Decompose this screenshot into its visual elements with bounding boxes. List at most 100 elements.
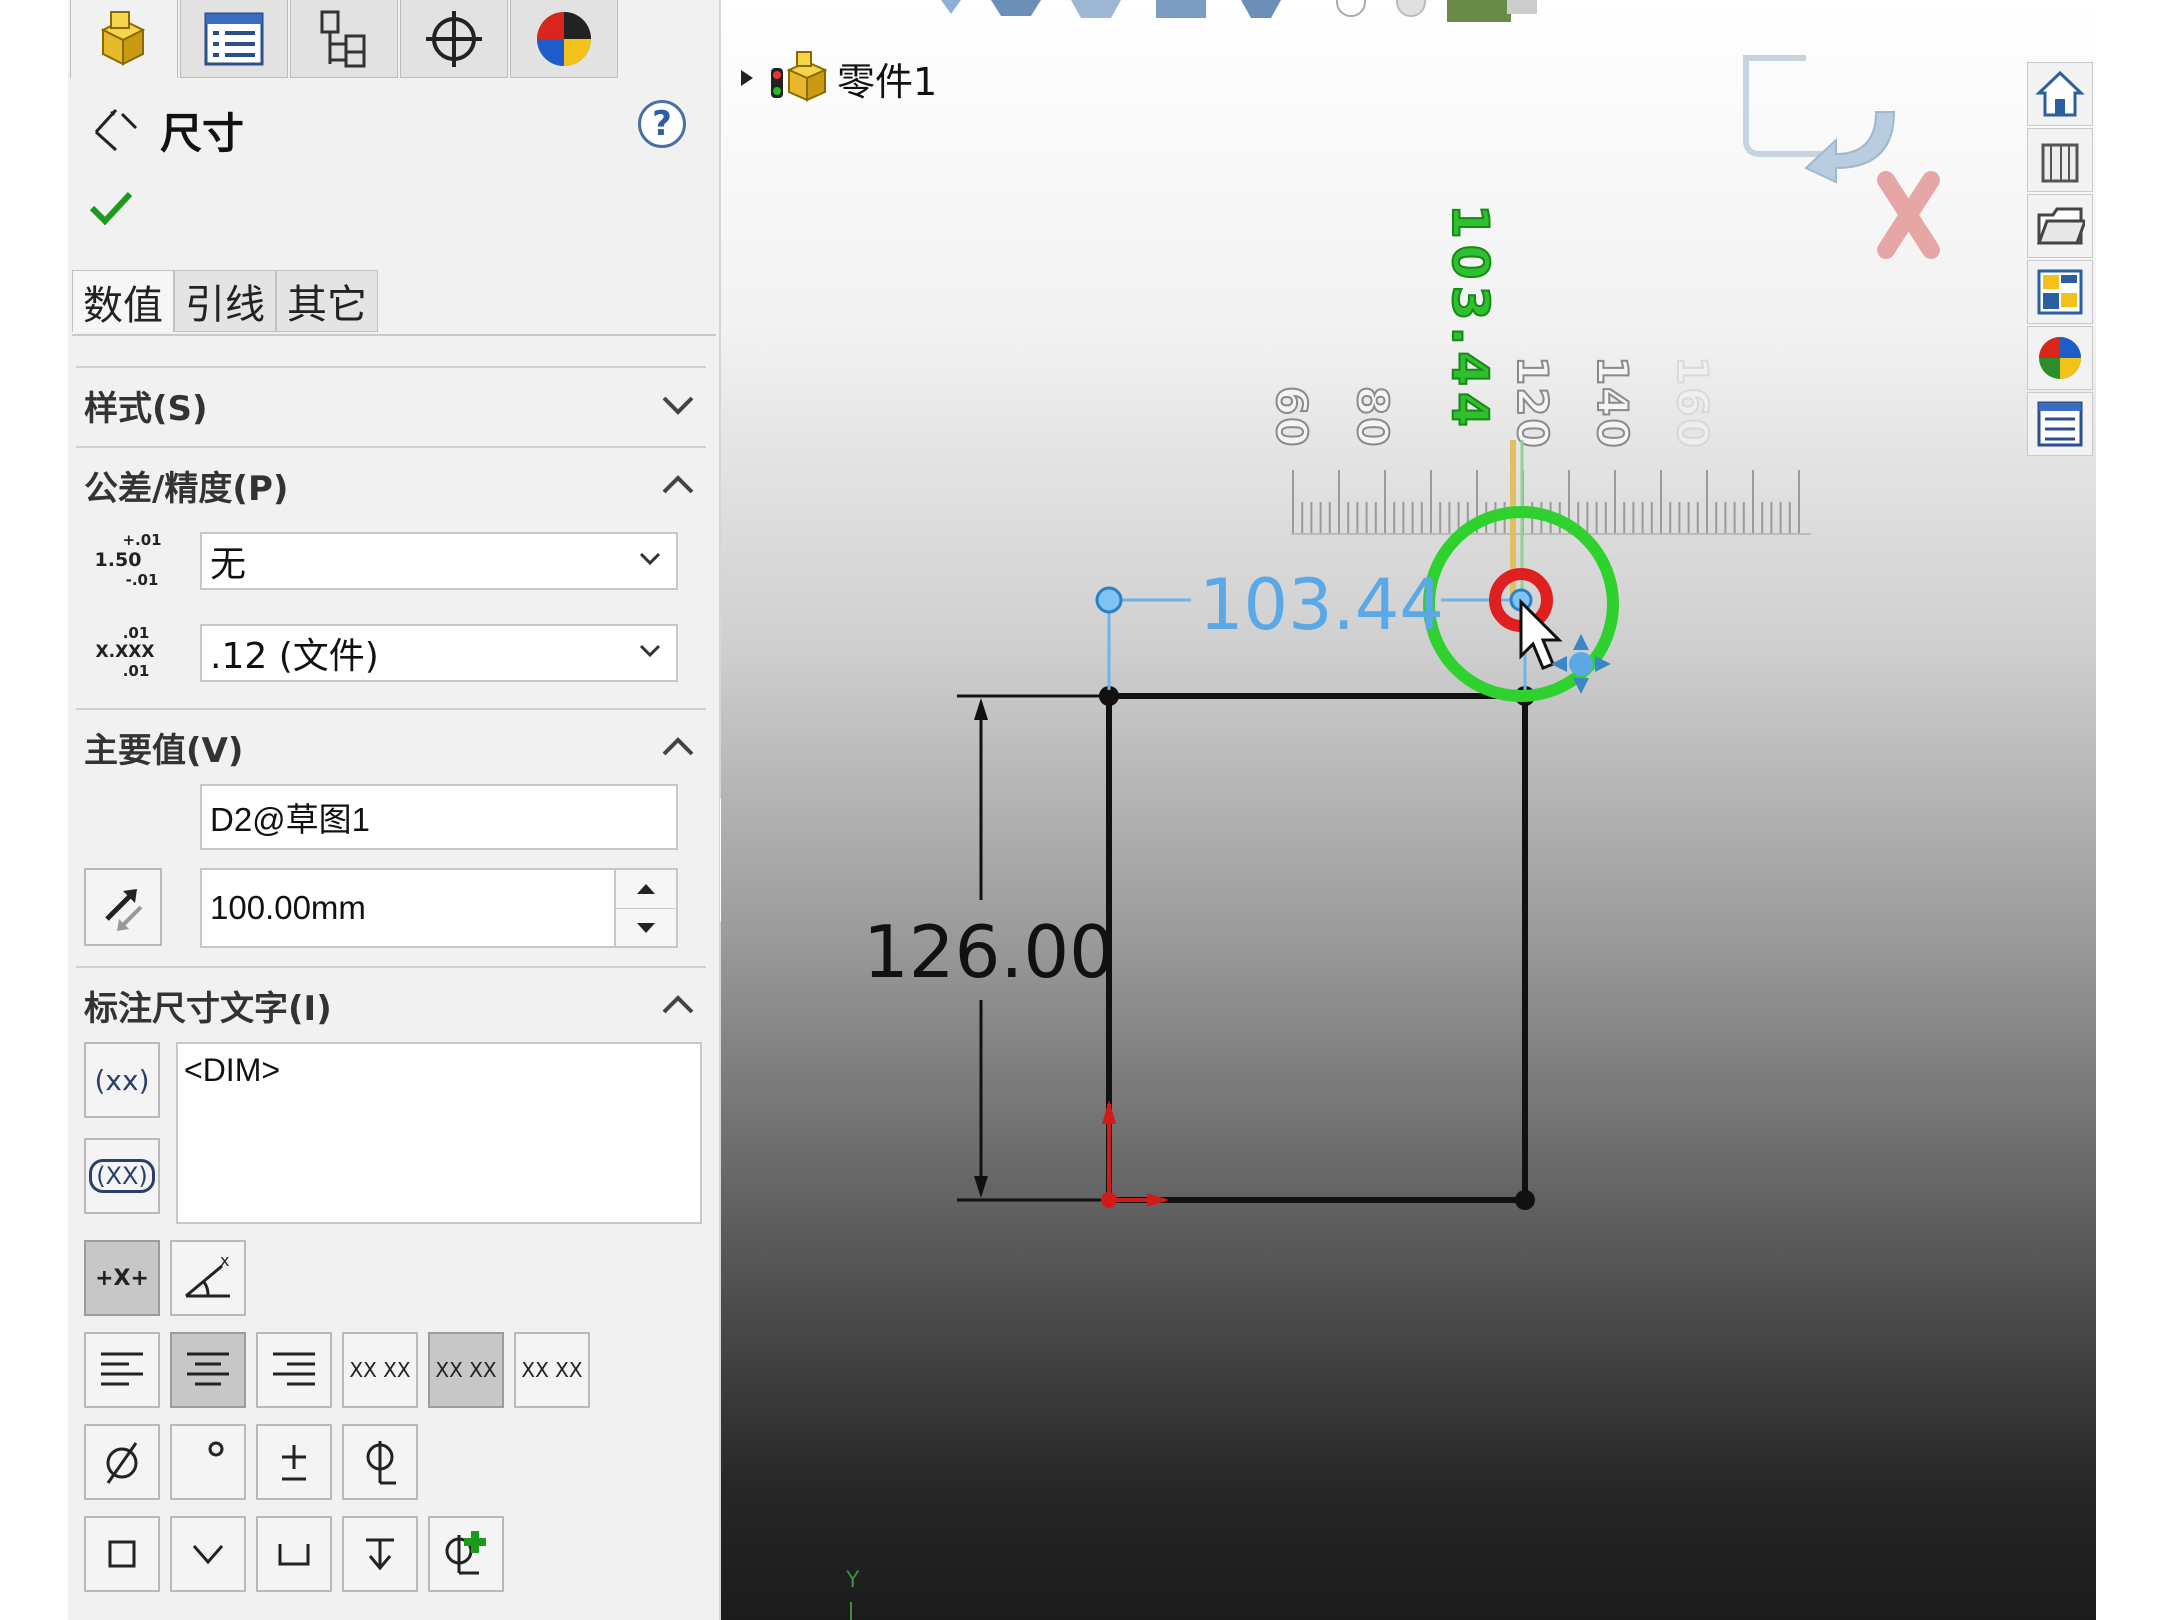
square-icon [108, 1540, 136, 1568]
precision-value: .12 (文件) [210, 636, 379, 677]
add-symbol-icon [445, 1531, 486, 1575]
left-window-edge [0, 0, 69, 1620]
tab-dimxpert-manager[interactable] [400, 0, 508, 78]
inspection-dimension-button[interactable]: (XX) [84, 1138, 160, 1214]
plus-minus-icon [282, 1445, 306, 1481]
group-style[interactable]: 样式(S) [76, 366, 706, 442]
tab-configuration-manager[interactable] [290, 0, 398, 78]
prec-icon-top: .01 [122, 624, 150, 642]
align-center-button[interactable] [170, 1332, 246, 1408]
counterbore-icon [278, 1544, 310, 1566]
inspection-label: (XX) [89, 1159, 155, 1193]
ok-button[interactable] [86, 183, 136, 233]
square-symbol-button[interactable] [84, 1516, 160, 1592]
align-left-button[interactable] [84, 1332, 160, 1408]
pm-title-row: 尺寸 [86, 100, 244, 160]
axis-label: Y [846, 1568, 860, 1593]
chevron-down-icon[interactable] [658, 390, 698, 420]
crosshair-icon [426, 10, 482, 67]
text-below-label: XX XX [521, 1358, 583, 1382]
countersink-icon [192, 1545, 224, 1565]
text-above-button[interactable]: XX XX [342, 1332, 418, 1408]
group-style-label: 样式(S) [84, 388, 208, 429]
group-primary-value[interactable]: 主要值(V) [76, 708, 706, 784]
depth-symbol-button[interactable] [342, 1516, 418, 1592]
value-spinner[interactable] [614, 868, 678, 948]
reverse-direction-button[interactable] [84, 868, 162, 946]
solidworks-window: 尺寸 ? 数值 引线 其它 样式(S) 公差/精度(P) +.01 1.50 -… [0, 0, 2164, 1620]
group-tolerance[interactable]: 公差/精度(P) [76, 446, 706, 522]
centerline-symbol-button[interactable] [342, 1424, 418, 1500]
checkmark-icon [89, 191, 133, 226]
spin-up-icon[interactable] [616, 870, 676, 908]
right-window-edge [2096, 0, 2164, 1620]
tolerance-type-value: 无 [210, 544, 247, 585]
chevron-up-icon[interactable] [658, 470, 698, 500]
appearance-sphere-icon [537, 11, 591, 66]
more-symbols-button[interactable] [428, 1516, 504, 1592]
tab-property-manager[interactable] [180, 0, 288, 78]
property-manager-panel: 尺寸 ? 数值 引线 其它 样式(S) 公差/精度(P) +.01 1.50 -… [68, 0, 721, 1620]
dimension-symbol-button[interactable]: +X+ [84, 1240, 160, 1316]
tab-other[interactable]: 其它 [276, 270, 378, 332]
add-parentheses-button[interactable]: (xx) [84, 1042, 160, 1118]
precision-icon: .01 X.XXX .01 [90, 622, 160, 682]
counterbore-symbol-button[interactable] [256, 1516, 332, 1592]
group-tolerance-label: 公差/精度(P) [84, 468, 289, 509]
countersink-symbol-button[interactable] [170, 1516, 246, 1592]
list-icon [204, 12, 264, 65]
tab-value[interactable]: 数值 [72, 270, 174, 332]
group-primary-value-label: 主要值(V) [84, 730, 244, 771]
tab-feature-manager[interactable] [70, 0, 178, 78]
prec-icon-bot: .01 [122, 662, 150, 680]
centerline-icon [366, 1441, 396, 1485]
sketch-rectangle[interactable] [1099, 686, 1535, 1210]
vertical-dimension-text[interactable]: 126.00 [863, 910, 1115, 994]
text-middle-label: XX XX [435, 1358, 497, 1382]
text-middle-button[interactable]: XX XX [428, 1332, 504, 1408]
sketch-geometry[interactable] [721, 0, 2096, 1620]
chevron-up-icon[interactable] [658, 732, 698, 762]
chevron-up-icon[interactable] [658, 990, 698, 1020]
group-dimension-text[interactable]: 标注尺寸文字(I) [76, 966, 706, 1042]
group-dimension-text-label: 标注尺寸文字(I) [84, 988, 332, 1029]
dimension-name-field[interactable]: D2@草图1 [200, 784, 678, 850]
degree-symbol-button[interactable] [170, 1424, 246, 1500]
horizontal-dimension-text[interactable]: 103.44 [1199, 564, 1444, 646]
tol-icon-bot: -.01 [125, 571, 159, 589]
dimension-value-field[interactable]: 100.00mm [200, 868, 676, 948]
help-button[interactable]: ? [638, 100, 686, 148]
plus-minus-symbol-button[interactable] [256, 1424, 332, 1500]
dimension-text-area[interactable]: <DIM> [176, 1042, 702, 1224]
degree-icon [208, 1441, 224, 1457]
chevron-down-icon [639, 644, 661, 658]
page-title: 尺寸 [160, 108, 245, 158]
tol-icon-mid: 1.50 [94, 549, 142, 571]
text-below-button[interactable]: XX XX [514, 1332, 590, 1408]
value-tabs: 数值 引线 其它 [72, 270, 378, 332]
prec-icon-mid: X.XXX [95, 642, 155, 662]
tolerance-type-icon: +.01 1.50 -.01 [90, 530, 162, 590]
parentheses-label: (xx) [94, 1063, 150, 1097]
angle-dimension-button[interactable]: x [170, 1240, 246, 1316]
graphics-area[interactable]: 零件1 60 80 120 140 160 103.44 103.44 126.… [721, 0, 2096, 1620]
align-center-icon [187, 1352, 229, 1386]
align-right-button[interactable] [256, 1332, 332, 1408]
reverse-direction-icon [105, 889, 143, 931]
tolerance-type-select[interactable]: 无 [200, 532, 678, 590]
divider [72, 334, 716, 336]
tab-leaders[interactable]: 引线 [174, 270, 276, 332]
smart-dimension-icon [94, 108, 138, 152]
text-above-label: XX XX [349, 1358, 411, 1382]
align-left-icon [101, 1352, 143, 1386]
spin-down-icon[interactable] [616, 908, 676, 947]
precision-select[interactable]: .12 (文件) [200, 624, 678, 682]
chevron-down-icon [639, 552, 661, 566]
depth-icon [366, 1538, 394, 1571]
diameter-symbol-button[interactable] [84, 1424, 160, 1500]
dimension-symbol-label: +X+ [95, 1265, 149, 1291]
diameter-icon [106, 1442, 138, 1484]
align-right-icon [273, 1352, 315, 1386]
svg-text:x: x [220, 1252, 229, 1270]
tab-display-manager[interactable] [510, 0, 618, 78]
